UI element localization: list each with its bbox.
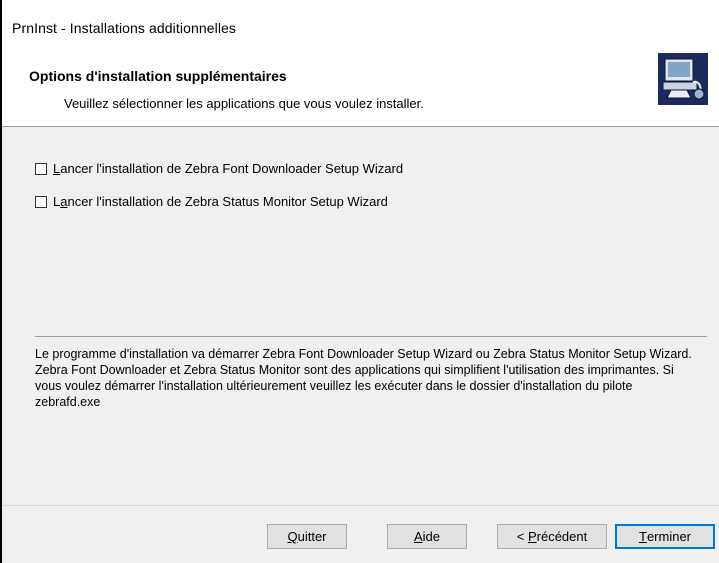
options-panel: Lancer l'installation de Zebra Font Down… (2, 127, 719, 505)
font-downloader-label: Lancer l'installation de Zebra Font Down… (53, 161, 404, 176)
back-button[interactable]: < Précédent (497, 524, 607, 549)
status-monitor-checkbox[interactable] (35, 195, 47, 208)
separator (35, 336, 707, 337)
option-font-downloader[interactable]: Lancer l'installation de Zebra Font Down… (35, 161, 403, 176)
installer-dialog: PrnInst - Installations additionnelles O… (0, 0, 719, 563)
font-downloader-checkbox[interactable] (35, 162, 47, 175)
window-title: PrnInst - Installations additionnelles (12, 20, 237, 36)
page-subtitle: Veuillez sélectionner les applications q… (64, 96, 424, 111)
title-bar: PrnInst - Installations additionnelles (2, 0, 719, 44)
footer-separator (2, 505, 719, 506)
help-button[interactable]: Aide (387, 524, 467, 549)
finish-button[interactable]: Terminer (615, 524, 715, 549)
option-status-monitor[interactable]: Lancer l'installation de Zebra Status Mo… (35, 194, 388, 209)
info-description: Le programme d'installation va démarrer … (35, 347, 692, 409)
quit-button[interactable]: Quitter (267, 524, 347, 549)
status-monitor-label: Lancer l'installation de Zebra Status Mo… (53, 194, 388, 209)
page-title: Options d'installation supplémentaires (29, 68, 287, 84)
wizard-header: Options d'installation supplémentaires V… (2, 44, 719, 127)
printer-install-icon (658, 53, 708, 105)
